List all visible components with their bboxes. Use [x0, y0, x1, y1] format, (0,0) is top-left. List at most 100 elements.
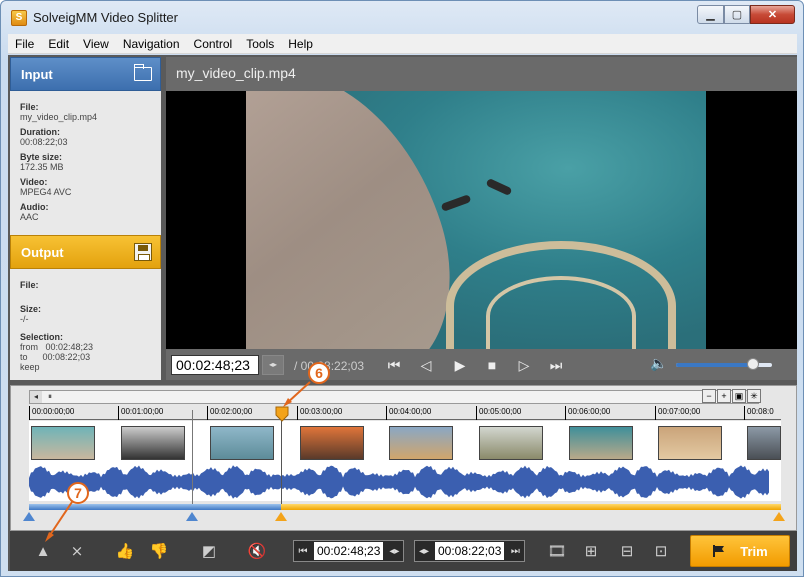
selection-bar[interactable] [29, 504, 781, 510]
marker-orange-icon[interactable] [275, 512, 287, 521]
zoom-out-icon[interactable]: − [702, 389, 716, 403]
add-marker-icon[interactable]: ▲ [32, 542, 54, 562]
scroll-grip-icon[interactable]: ⏸ [44, 391, 56, 403]
start-time-value[interactable]: 00:02:48;23 [314, 542, 384, 560]
kept-segment [281, 504, 781, 510]
frame-back-icon[interactable]: ◁ [416, 355, 436, 375]
end-time-value[interactable]: 00:08:22;03 [435, 542, 505, 560]
close-button[interactable]: ✕ [750, 5, 795, 24]
ruler-tick: 00:04:00;00 [386, 406, 431, 420]
time-spinner-icon[interactable]: ◂▸ [385, 546, 403, 557]
marker-orange-icon[interactable] [773, 512, 785, 521]
title-bar: S SolveigMM Video Splitter ▁ ▢ ✕ [1, 1, 803, 35]
flag-icon [713, 545, 725, 557]
menu-navigation[interactable]: Navigation [116, 37, 187, 51]
step-forward-icon[interactable]: ⏭ [546, 355, 566, 375]
thumbs-down-icon[interactable]: 👎 [148, 542, 170, 562]
ruler-tick: 00:06:00;00 [565, 406, 610, 420]
video-panel: my_video_clip.mp4 00:02:48;23 ◂▸ / 00:08… [166, 57, 797, 380]
marker-blue-icon[interactable] [186, 512, 198, 521]
minimize-button[interactable]: ▁ [697, 5, 724, 24]
output-header[interactable]: Output [10, 235, 161, 269]
input-title: Input [21, 66, 53, 82]
marker-line [192, 410, 193, 504]
zoom-fit-icon[interactable]: ▣ [732, 389, 746, 403]
join-icon[interactable]: ⊟ [616, 542, 638, 562]
start-time-field[interactable]: ⏮ 00:02:48;23 ◂▸ [293, 540, 405, 562]
maximize-button[interactable]: ▢ [724, 5, 750, 24]
menu-file[interactable]: File [8, 37, 41, 51]
play-icon[interactable]: ▶ [450, 355, 470, 375]
marker-blue-icon[interactable] [23, 512, 35, 521]
ruler-tick: 00:00:00;00 [29, 406, 74, 420]
stop-icon[interactable]: ■ [482, 355, 502, 375]
frame-forward-icon[interactable]: ▷ [514, 355, 534, 375]
ruler-tick: 00:08:0 [744, 406, 774, 420]
volume-icon[interactable]: 🔈 [650, 355, 667, 372]
menu-bar: File Edit View Navigation Control Tools … [8, 34, 797, 54]
input-audio-value: AAC [20, 212, 39, 222]
input-size-value: 172.35 MB [20, 162, 64, 172]
output-size-value: -/- [20, 314, 29, 324]
zoom-in-icon[interactable]: + [717, 389, 731, 403]
mute-icon[interactable]: 🔇 [246, 542, 268, 562]
video-viewport[interactable] [166, 91, 797, 349]
callout-arrow [45, 501, 73, 542]
scroll-left-icon[interactable]: ◂ [30, 391, 42, 403]
step-back-icon[interactable]: ⏮ [384, 355, 404, 375]
waveform-graphic [29, 465, 769, 499]
window-title: SolveigMM Video Splitter [33, 10, 178, 25]
folder-icon[interactable] [134, 64, 152, 81]
current-time-field[interactable]: 00:02:48;23 [171, 355, 259, 375]
zoom-full-icon[interactable]: ✳ [747, 389, 761, 403]
info-panel: Input File: my_video_clip.mp4 Duration: … [10, 57, 161, 380]
film-icon[interactable]: 🎞 [546, 542, 568, 562]
skydiver [440, 194, 472, 212]
time-spinner[interactable]: ◂▸ [262, 355, 284, 375]
split-icon[interactable]: ⊞ [580, 542, 602, 562]
thumbnail [569, 426, 633, 460]
volume-slider[interactable] [676, 358, 772, 370]
output-file-label: File: [20, 280, 39, 290]
input-header[interactable]: Input [10, 57, 161, 91]
audio-waveform[interactable] [29, 463, 781, 501]
thumbnail [479, 426, 543, 460]
player-controls: 00:02:48;23 ◂▸ / 00:08:22;03 ⏮ ◁ ▶ ■ ▷ ⏭… [166, 349, 797, 380]
input-video-label: Video: [20, 177, 48, 187]
callout-arrow [283, 381, 311, 407]
thumbnail-strip[interactable] [29, 421, 781, 463]
thumbs-up-icon[interactable]: 👍 [114, 542, 136, 562]
volume-knob[interactable] [746, 358, 759, 370]
input-size-label: Byte size: [20, 152, 63, 162]
menu-control[interactable]: Control [187, 37, 240, 51]
thumbnail [300, 426, 364, 460]
end-time-field[interactable]: ◂▸ 00:08:22;03 ⏭ [414, 540, 526, 562]
save-icon[interactable] [134, 243, 152, 261]
skydiver [485, 177, 513, 197]
menu-view[interactable]: View [76, 37, 116, 51]
input-duration-value: 00:08:22;03 [20, 137, 68, 147]
menu-help[interactable]: Help [281, 37, 320, 51]
to-label: to [20, 352, 28, 362]
remove-marker-icon[interactable]: ⨯ [66, 542, 88, 562]
go-to-start-icon[interactable]: ⏮ [294, 546, 312, 557]
thumbnail [389, 426, 453, 460]
output-title: Output [21, 244, 64, 260]
selection-mode: keep [20, 362, 40, 372]
menu-edit[interactable]: Edit [41, 37, 76, 51]
timeline-scrollbar[interactable]: ◂ ⏸ ⏸ ▸ [29, 390, 759, 404]
thumbnail [747, 426, 781, 460]
menu-tools[interactable]: Tools [239, 37, 281, 51]
time-spinner-icon[interactable]: ◂▸ [415, 546, 433, 557]
output-size-label: Size: [20, 304, 42, 314]
time-ruler[interactable]: 00:00:00;00 00:01:00;00 00:02:00;00 00:0… [29, 406, 781, 420]
batch-icon[interactable]: ⊡ [650, 542, 672, 562]
app-icon: S [11, 10, 27, 26]
trim-button[interactable]: Trim [690, 535, 790, 567]
input-duration-label: Duration: [20, 127, 60, 137]
go-to-end-icon[interactable]: ⏭ [506, 546, 524, 557]
clip-name: my_video_clip.mp4 [176, 65, 296, 81]
output-selection-label: Selection: [20, 332, 64, 342]
thumbnail [210, 426, 274, 460]
invert-selection-icon[interactable]: ◩ [198, 542, 220, 562]
